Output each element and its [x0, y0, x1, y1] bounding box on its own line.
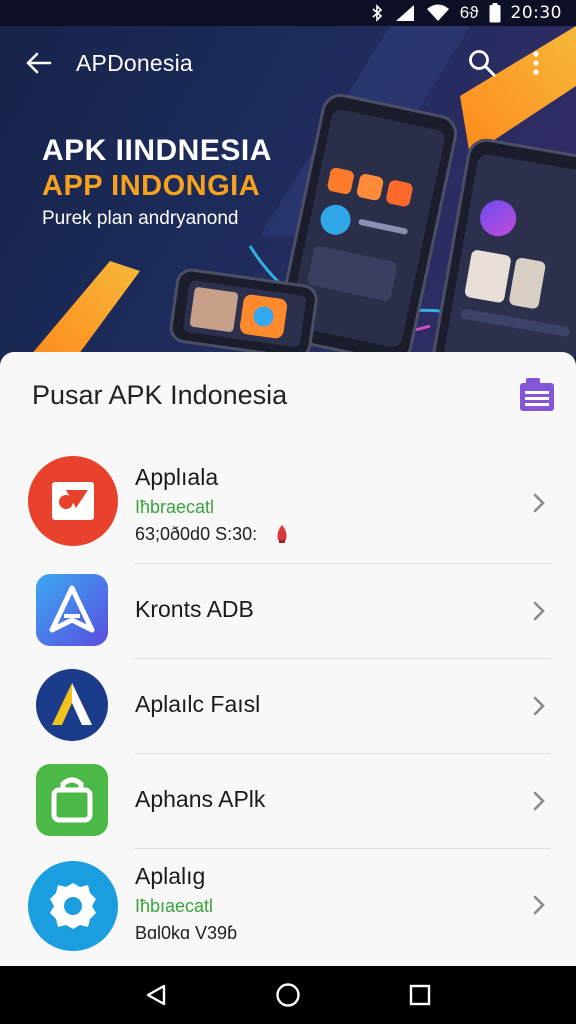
list-item-name: Aplaılc Faısl: [135, 691, 261, 717]
sheet-header: Pusar APK Indonesia: [0, 352, 576, 438]
rocket-icon: [277, 525, 287, 543]
nav-back-icon: [146, 984, 166, 1006]
nav-recents-button[interactable]: [400, 975, 440, 1015]
catalog-icon: [520, 378, 554, 411]
gear-app-icon: [28, 861, 118, 956]
arrow-left-icon: [26, 52, 52, 74]
list-item[interactable]: Applıala Iħbraecatl 63;0ð0d0 S:30:: [0, 454, 576, 554]
hero-banner: APDonesia APK IINDNESIA APP INDONGIA Pur…: [0, 26, 576, 376]
chevron-right-icon: [532, 492, 546, 519]
app-bar: APDonesia: [0, 26, 576, 100]
list-item-texts: Aphans APlk: [135, 786, 265, 813]
chevron-right-icon: [532, 790, 546, 817]
signal-icon: [394, 4, 416, 22]
sheet-title: Pusar APK Indonesia: [32, 379, 288, 410]
back-button[interactable]: [20, 45, 56, 81]
list-item[interactable]: Aplalıg Iħbıaecatl Bɑl0kɑ V39ɓ: [0, 849, 576, 959]
nav-home-icon: [276, 983, 300, 1007]
hero-subtitle: Purek plan andryanond: [42, 208, 239, 229]
list-item-texts: Kronts ADB: [135, 596, 254, 623]
system-nav-bar: [0, 966, 576, 1024]
wifi-icon: [426, 4, 450, 22]
list-item[interactable]: Aphans APlk: [0, 754, 576, 848]
status-time: 20:30: [510, 3, 562, 23]
app-list-sheet: Pusar APK Indonesia Applıala Iħbraecatl …: [0, 352, 576, 966]
list-item-name: Aphans APlk: [135, 786, 266, 812]
chevron-right-icon: [532, 600, 546, 627]
list-item[interactable]: Kronts ADB: [0, 564, 576, 658]
list-item-subtitle: Iħbıaecatl: [135, 896, 214, 916]
list-item-meta-text: Bɑl0kɑ V39ɓ: [135, 923, 238, 943]
network-label: 6ϑ: [459, 3, 479, 22]
hero-title-line1: APK IINDNESIA: [42, 134, 272, 167]
list-item-texts: Aplalıg Iħbıaecatl Bɑl0kɑ V39ɓ: [135, 863, 237, 944]
list-item-texts: Aplaılc Faısl: [135, 691, 260, 718]
more-vert-icon: [533, 51, 539, 75]
list-item-meta: 63;0ð0d0 S:30:: [135, 524, 289, 545]
chevron-right-icon: [532, 695, 546, 722]
list-item-name: Applıala: [135, 463, 219, 490]
list-item-name: Aplalıg: [135, 863, 206, 889]
list-item-texts: Applıala Iħbraecatl 63;0ð0d0 S:30:: [135, 464, 289, 545]
triangle-logo-app-icon: [36, 669, 108, 746]
list-item-meta: Bɑl0kɑ V39ɓ: [135, 923, 237, 944]
bag-app-icon: [36, 764, 108, 841]
catalog-button[interactable]: [516, 375, 556, 415]
battery-icon: [489, 3, 501, 23]
nav-recents-icon: [409, 984, 431, 1006]
search-icon: [469, 50, 496, 77]
list-item[interactable]: Aplaılc Faısl: [0, 659, 576, 753]
status-bar: 6ϑ 20:30: [0, 0, 576, 26]
chevron-right-icon: [532, 894, 546, 921]
bluetooth-icon: [370, 4, 384, 22]
record-app-icon: [28, 456, 118, 551]
list-item-subtitle: Iħbraecatl: [135, 496, 215, 517]
hero-title-line2: APP INDONGIA: [42, 170, 261, 202]
list-item-meta-text: 63;0ð0d0 S:30:: [135, 523, 258, 544]
nav-back-button[interactable]: [136, 975, 176, 1015]
a-logo-app-icon: [36, 574, 108, 651]
search-button[interactable]: [462, 43, 502, 83]
app-title: APDonesia: [76, 49, 193, 76]
more-options-button[interactable]: [516, 43, 556, 83]
nav-home-button[interactable]: [268, 975, 308, 1015]
list-item-name: Kronts ADB: [135, 596, 254, 622]
